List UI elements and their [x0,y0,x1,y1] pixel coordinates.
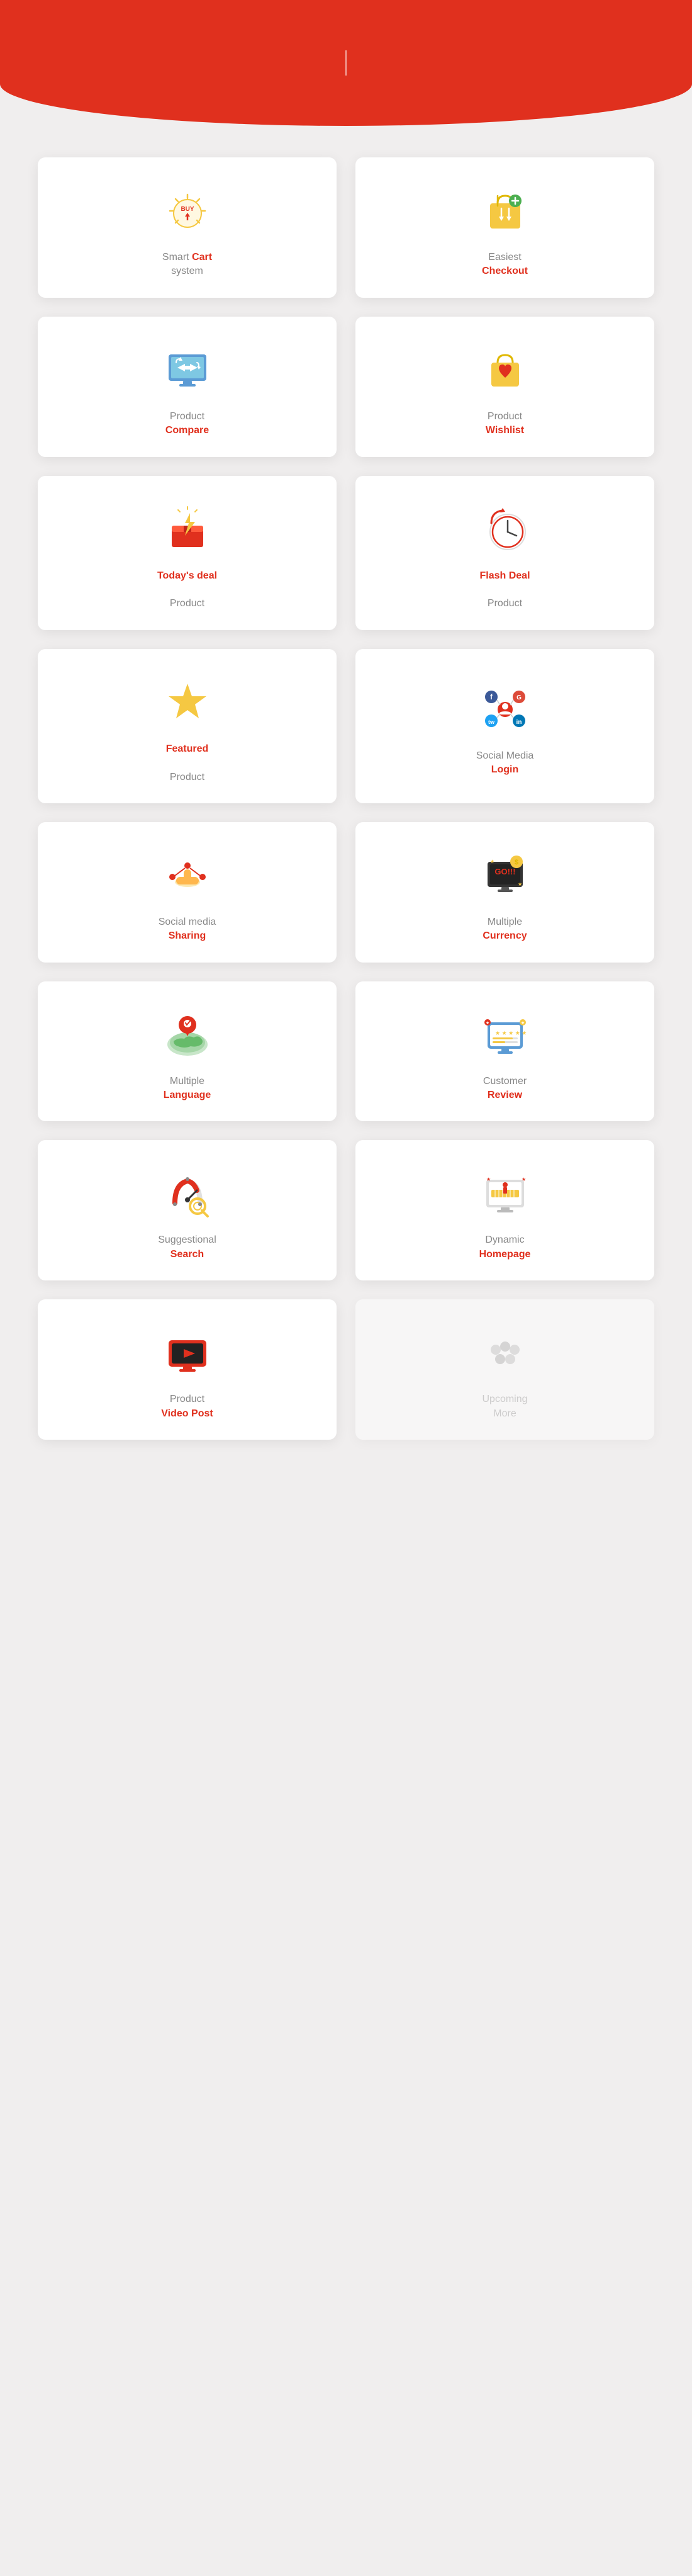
icon-cart: BUY [159,183,216,239]
page-header [0,0,692,126]
card-label-social-login: Social Media Login [476,749,534,777]
card-label-normal: Suggestional [158,1234,216,1245]
card-label-suggestional-search: Suggestional Search [158,1233,216,1262]
card-label-normal: Product [488,411,522,422]
card-label-upcoming-more: Upcoming More [482,1393,527,1421]
svg-text:$: $ [514,859,518,866]
svg-text:tw: tw [488,719,495,725]
svg-text:in: in [516,719,522,726]
card-label-multiple-language: MultipleLanguage [164,1075,211,1103]
card-label-normal: Social Media [476,750,534,761]
icon-sharing [159,847,216,904]
feature-card-suggestional-search: Suggestional Search [38,1140,337,1280]
card-label-bold: Currency [483,929,527,943]
icon-currency: GO!!! $ ★ ★ [477,847,533,904]
icon-social-login: f G in tw [477,681,533,738]
icon-video [159,1325,216,1381]
svg-text:GO!!!: GO!!! [494,867,515,876]
svg-text:★: ★ [490,859,494,864]
card-label-bold: Featured [166,742,209,756]
feature-card-customer-review: ★ ★ ★ ★ ★ ★ ★ CustomerReview [355,981,654,1122]
icon-review: ★ ★ ★ ★ ★ ★ ★ [477,1007,533,1063]
card-label-normal: Product [170,411,204,422]
icon-checkout [477,183,533,239]
card-label-customer-review: CustomerReview [483,1075,527,1103]
card-label-dynamic-homepage: Dynamic Homepage [479,1233,531,1262]
icon-featured [159,674,216,731]
card-label-bold: Today's deal [157,569,217,583]
feature-card-upcoming-more: Upcoming More [355,1299,654,1440]
feature-card-featured-product: Featured Product [38,649,337,803]
card-label-normal: Social media [159,917,216,927]
feature-card-multiple-currency: GO!!! $ ★ ★ Multiple Currency [355,822,654,963]
feature-card-product-wishlist: Product Wishlist [355,317,654,457]
card-label-line2: Product [170,772,204,782]
card-label-bold: Homepage [479,1248,531,1262]
card-label-product-compare: Product Compare [165,410,209,438]
card-label-line2: Product [170,598,204,609]
card-label-bold: Sharing [159,929,216,943]
icon-flash [477,501,533,558]
svg-text:G: G [516,694,522,701]
card-label-bold: Compare [165,424,209,438]
feature-card-social-login: f G in tw Social Media Login [355,649,654,803]
card-label-todays-deal: Today's deal Product [157,569,217,611]
svg-text:BUY: BUY [181,206,194,213]
feature-card-product-compare: Product Compare [38,317,337,457]
svg-text:★: ★ [520,1020,524,1025]
card-label-normal: Multiple [488,917,522,927]
icon-deal [159,501,216,558]
card-label-bold: Review [483,1088,527,1102]
feature-card-product-video: Product Video Post [38,1299,337,1440]
card-label-flash-deal: Flash Deal Product [479,569,530,611]
card-label-bold: Checkout [482,264,528,278]
card-label-normal: Dynamic [485,1234,524,1245]
feature-card-smart-cart: BUY Smart Cart system [38,157,337,298]
icon-compare [159,342,216,398]
icon-upcoming [477,1325,533,1381]
card-label-bold: Search [158,1248,216,1262]
card-label-product-wishlist: Product Wishlist [486,410,524,438]
svg-text:★: ★ [486,1177,491,1182]
feature-card-social-sharing: Social media Sharing [38,822,337,963]
card-label-product-video: Product Video Post [161,1393,213,1421]
card-label-multiple-currency: Multiple Currency [483,915,527,944]
card-label-line2: More [493,1408,516,1419]
card-label-bold: Wishlist [486,424,524,438]
icon-homepage: ★ ★ [477,1165,533,1222]
header-divider [345,50,347,76]
card-label-normal: Upcoming [482,1394,527,1404]
svg-text:★: ★ [518,881,522,887]
feature-card-multiple-language: MultipleLanguage [38,981,337,1122]
card-label-bold: Video Post [161,1407,213,1421]
icon-wishlist [477,342,533,398]
card-label-social-sharing: Social media Sharing [159,915,216,944]
card-label-featured-product: Featured Product [166,742,209,784]
icon-language [159,1007,216,1063]
feature-card-flash-deal: Flash Deal Product [355,476,654,630]
card-label-normal: Customer [483,1076,527,1087]
feature-card-todays-deal: Today's deal Product [38,476,337,630]
feature-card-easiest-checkout: EasiestCheckout [355,157,654,298]
card-label-easiest-checkout: EasiestCheckout [482,251,528,279]
icon-search [159,1165,216,1222]
svg-text:★: ★ [522,1177,526,1182]
svg-text:★ ★ ★ ★ ★: ★ ★ ★ ★ ★ [495,1030,527,1036]
svg-text:★: ★ [485,1020,489,1025]
feature-card-dynamic-homepage: ★ ★ Dynamic Homepage [355,1140,654,1280]
card-label-bold: Flash Deal [479,569,530,583]
card-label-normal: Product [170,1394,204,1404]
card-label-line2: Product [488,598,522,609]
card-label-normal: Easiest [488,252,521,263]
card-label-bold: Login [476,763,534,777]
card-label-smart-cart: Smart Cart system [162,251,212,279]
card-label-bold: Language [164,1088,211,1102]
card-label-normal: Multiple [170,1076,204,1087]
card-label-line2: system [171,266,203,276]
features-grid: BUY Smart Cart system [0,126,692,1471]
card-label-normal: Smart Cart [162,252,212,263]
